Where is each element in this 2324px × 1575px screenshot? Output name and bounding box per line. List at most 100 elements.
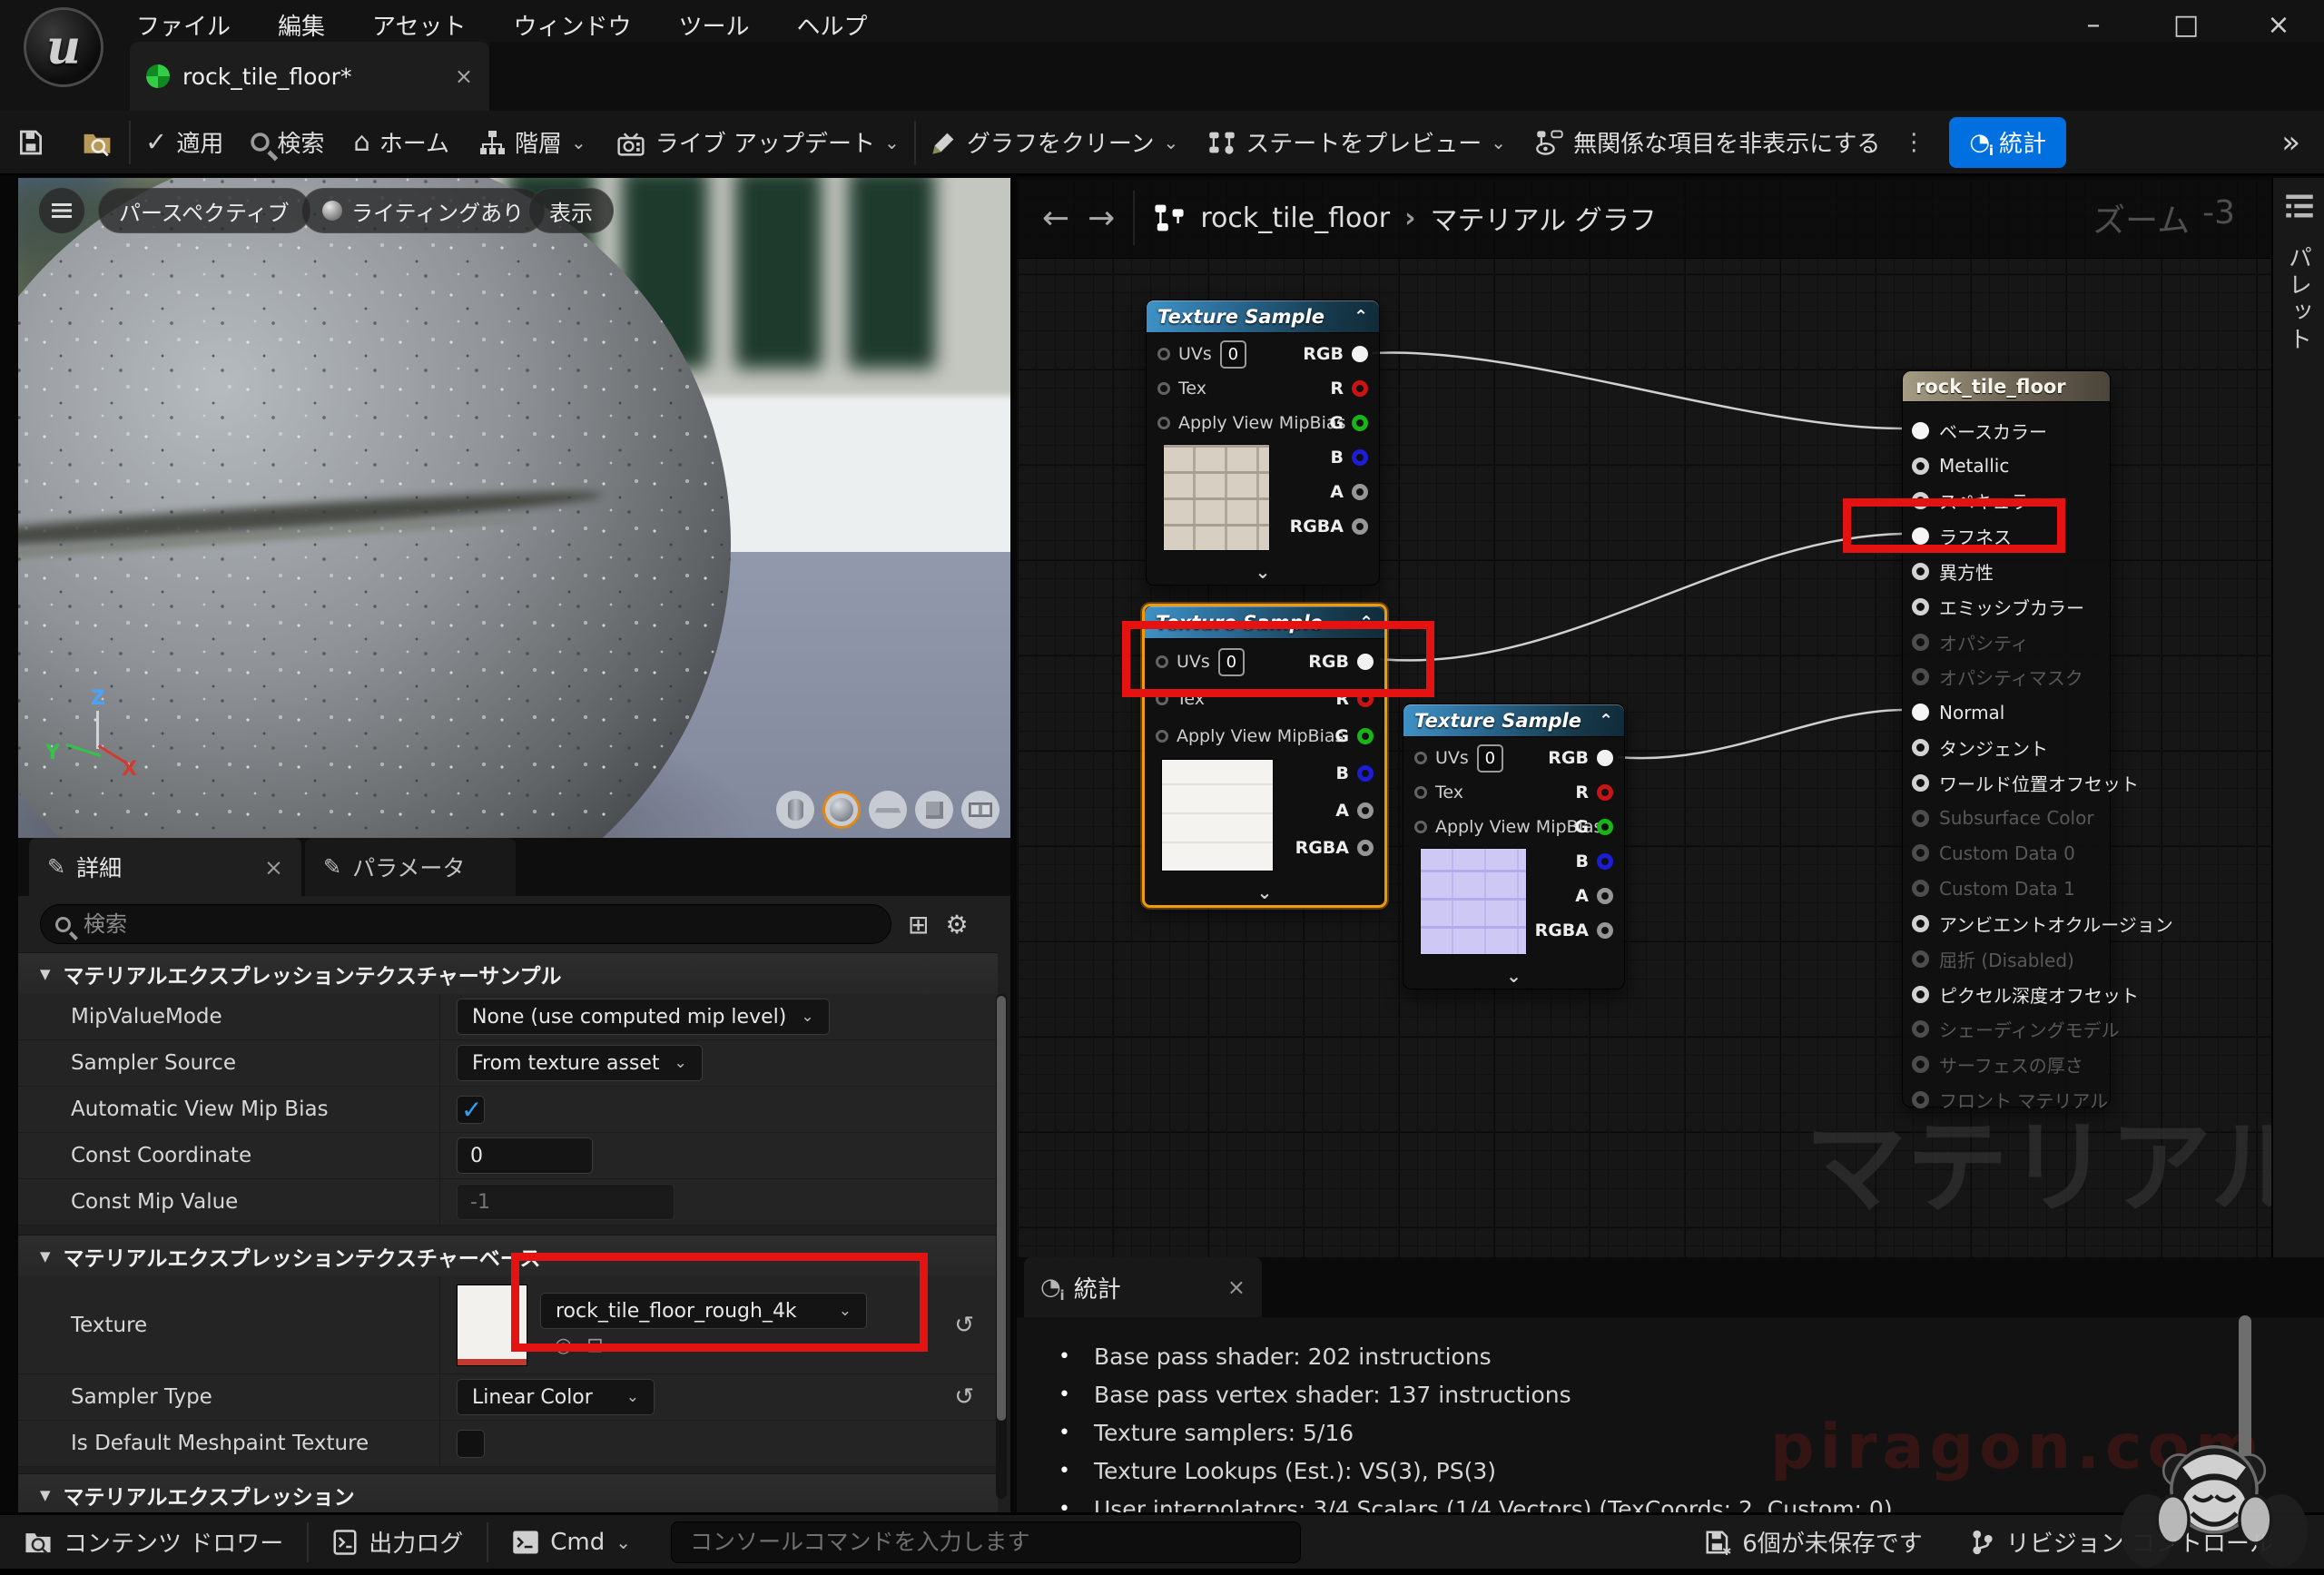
pin-out-g[interactable]: G: [1329, 409, 1368, 437]
auto-view-mip-bias-checkbox[interactable]: [457, 1096, 485, 1124]
console-command-field[interactable]: [671, 1521, 1301, 1563]
home-button[interactable]: ⌂ ホーム: [339, 125, 464, 159]
details-search-field[interactable]: [40, 904, 891, 944]
menu-asset[interactable]: アセット: [372, 8, 466, 42]
menu-tools[interactable]: ツール: [679, 8, 750, 42]
material-graph-panel[interactable]: Texture Sample ⌃ UVs 0 Tex Apply View Mi…: [1017, 178, 2324, 1257]
const-coordinate-input[interactable]: [457, 1137, 593, 1174]
palette-sidebar[interactable]: パレット: [2271, 178, 2324, 1257]
collapse-node-icon[interactable]: ⌃: [1354, 307, 1368, 327]
perspective-button[interactable]: パースペクティブ: [98, 188, 310, 233]
pin-apply-view-mipbias[interactable]: Apply View MipBias: [1157, 409, 1345, 437]
reset-to-default-icon[interactable]: ↺: [954, 1312, 974, 1339]
pin-emissive[interactable]: エミッシブカラー: [1903, 589, 2110, 625]
pin-out-b[interactable]: B: [1336, 760, 1374, 787]
display-filter-icon[interactable]: ⊞: [908, 910, 929, 940]
cmd-dropdown[interactable]: Cmd ⌄: [488, 1529, 655, 1556]
unsaved-assets-button[interactable]: ✱ 6個が未保存です: [1680, 1525, 1946, 1559]
toolbar-overflow-icon[interactable]: »: [2281, 124, 2300, 161]
meshpaint-checkbox[interactable]: [457, 1430, 485, 1458]
pin-out-rgba[interactable]: RGBA: [1290, 513, 1368, 540]
pin-normal[interactable]: Normal: [1903, 694, 2110, 730]
search-button[interactable]: 検索: [238, 125, 339, 159]
asset-tab-rock-tile-floor[interactable]: rock_tile_floor* ×: [130, 42, 489, 111]
details-search-input[interactable]: [82, 911, 876, 938]
pin-out-rgb[interactable]: RGB: [1548, 744, 1613, 772]
viewport-menu-button[interactable]: [39, 188, 84, 233]
browse-asset-icon[interactable]: [82, 128, 113, 157]
live-update-button[interactable]: ライブ アップデート ⌄: [601, 125, 914, 159]
reset-to-default-icon[interactable]: ↺: [954, 1383, 974, 1411]
expand-node-icon[interactable]: ⌄: [1145, 881, 1384, 903]
pin-uvs[interactable]: UVs 0: [1157, 340, 1246, 368]
tab-close-icon[interactable]: ×: [455, 64, 473, 89]
pin-shading-model[interactable]: シェーディングモデル: [1903, 1012, 2110, 1048]
pin-tangent[interactable]: タンジェント: [1903, 730, 2110, 765]
shape-cylinder-button[interactable]: [776, 791, 814, 829]
shape-plane-button[interactable]: [869, 791, 907, 829]
uv-channel-value[interactable]: 0: [1477, 744, 1503, 773]
content-drawer-button[interactable]: コンテンツ ドロワー: [0, 1525, 307, 1559]
nav-back-icon[interactable]: ←: [1042, 200, 1069, 237]
pin-refraction[interactable]: 屈折 (Disabled): [1903, 941, 2110, 977]
pin-out-g[interactable]: G: [1574, 813, 1613, 841]
pin-out-a[interactable]: A: [1330, 478, 1368, 506]
pin-tex[interactable]: Tex: [1414, 779, 1463, 806]
minimize-button[interactable]: –: [2075, 9, 2112, 41]
console-command-input[interactable]: [688, 1528, 1284, 1556]
pin-uvs[interactable]: UVs 0: [1414, 744, 1503, 772]
menu-window[interactable]: ウィンドウ: [514, 8, 632, 42]
uv-channel-value[interactable]: 0: [1220, 340, 1246, 369]
pin-metallic[interactable]: Metallic: [1903, 448, 2110, 484]
shape-custom-mesh-button[interactable]: [961, 791, 1000, 829]
stats-button[interactable]: ◔i 統計: [1949, 117, 2066, 168]
save-icon[interactable]: [16, 128, 45, 157]
nav-forward-icon[interactable]: →: [1088, 200, 1115, 237]
pin-opacity-mask[interactable]: オパシティマスク: [1903, 660, 2110, 695]
pin-custom-data-1[interactable]: Custom Data 1: [1903, 871, 2110, 906]
expand-node-icon[interactable]: ⌄: [1403, 965, 1624, 987]
section-material-expression[interactable]: ▼ マテリアルエクスプレッション: [18, 1473, 998, 1512]
section-texture-sample[interactable]: ▼ マテリアルエクスプレッションテクスチャーサンプル: [18, 952, 998, 994]
hierarchy-button[interactable]: 階層 ⌄: [464, 125, 601, 159]
tab-details[interactable]: ✎ 詳細 ×: [29, 838, 301, 896]
show-button[interactable]: 表示: [528, 188, 614, 233]
pin-surface-thickness[interactable]: サーフェスの厚さ: [1903, 1047, 2110, 1082]
pin-base-color[interactable]: ベースカラー: [1903, 413, 2110, 448]
more-options-icon[interactable]: ⋮: [1895, 129, 1933, 156]
sampler-type-dropdown[interactable]: Linear Color ⌄: [457, 1379, 655, 1415]
pin-out-g[interactable]: G: [1334, 723, 1374, 750]
pin-out-rgba[interactable]: RGBA: [1535, 917, 1613, 944]
menu-edit[interactable]: 編集: [278, 8, 325, 42]
pin-out-b[interactable]: B: [1331, 444, 1368, 471]
breadcrumb-root[interactable]: rock_tile_floor: [1200, 202, 1390, 234]
shape-cube-button[interactable]: [915, 791, 953, 829]
preview-state-button[interactable]: ステートをプレビュー ⌄: [1193, 125, 1521, 159]
node-texture-sample-basecolor[interactable]: Texture Sample ⌃ UVs 0 Tex Apply View Mi…: [1146, 300, 1380, 586]
pin-custom-data-0[interactable]: Custom Data 0: [1903, 836, 2110, 871]
breadcrumb-current[interactable]: マテリアル グラフ: [1430, 198, 1656, 238]
lit-mode-button[interactable]: ライティングあり: [301, 188, 545, 233]
menu-file[interactable]: ファイル: [136, 8, 231, 42]
pin-subsurface-color[interactable]: Subsurface Color: [1903, 801, 2110, 836]
const-mip-value-input[interactable]: [457, 1184, 675, 1220]
pin-out-rgb[interactable]: RGB: [1303, 340, 1368, 368]
details-tab-close-icon[interactable]: ×: [264, 854, 283, 881]
pin-out-r[interactable]: R: [1575, 779, 1613, 806]
node-material-result[interactable]: rock_tile_floor ベースカラー Metallic スペキュラ ラフ…: [1902, 370, 2111, 1107]
pin-out-a[interactable]: A: [1575, 882, 1613, 910]
output-log-button[interactable]: 出力ログ: [309, 1525, 487, 1559]
stats-tab-close-icon[interactable]: ×: [1227, 1275, 1246, 1300]
pin-out-rgba[interactable]: RGBA: [1295, 834, 1374, 861]
pin-world-position-offset[interactable]: ワールド位置オフセット: [1903, 765, 2110, 801]
tab-stats[interactable]: ◔i 統計 ×: [1024, 1257, 1262, 1317]
collapse-node-icon[interactable]: ⌃: [1599, 711, 1613, 731]
palette-tab-label[interactable]: パレット: [2282, 245, 2316, 354]
pin-pixel-depth-offset[interactable]: ピクセル深度オフセット: [1903, 977, 2110, 1012]
details-scrollbar[interactable]: [996, 994, 1007, 1499]
pin-out-a[interactable]: A: [1335, 797, 1374, 824]
pin-tex[interactable]: Tex: [1157, 375, 1206, 402]
pin-ambient-occlusion[interactable]: アンビエントオクルージョン: [1903, 906, 2110, 941]
pin-opacity[interactable]: オパシティ: [1903, 625, 2110, 660]
tab-parameters[interactable]: ✎ パラメータ: [305, 838, 516, 896]
